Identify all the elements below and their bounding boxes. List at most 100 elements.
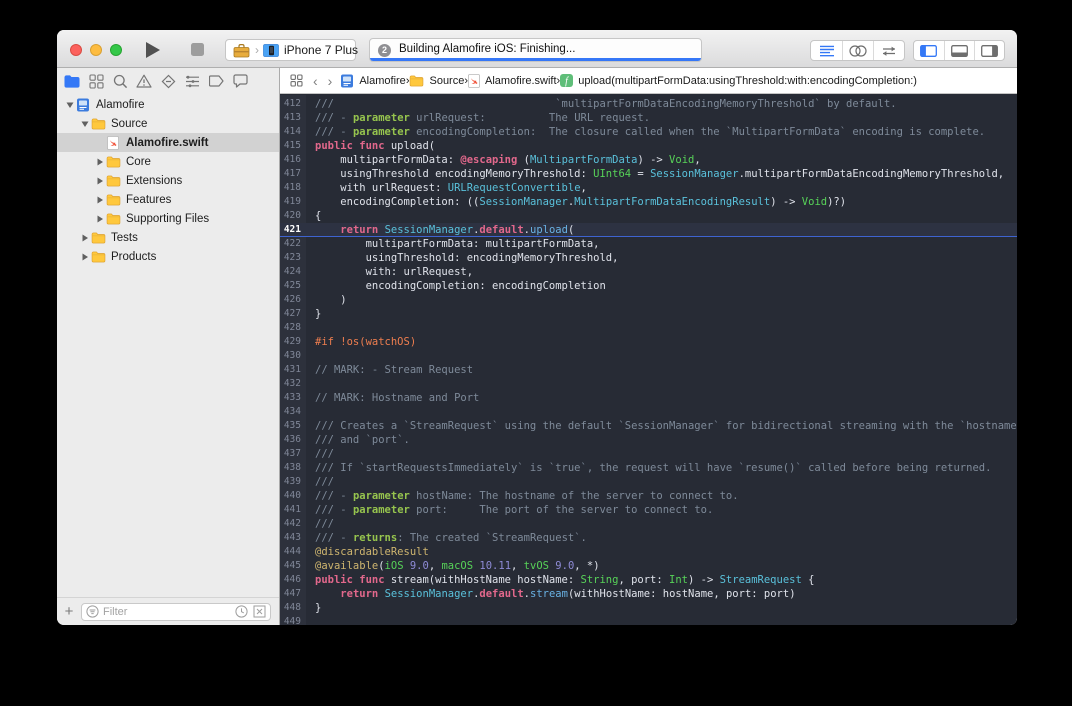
code-line-435[interactable]: 435 /// Creates a `StreamRequest` using t… xyxy=(280,419,1017,433)
line-number[interactable]: 430 xyxy=(280,349,306,363)
code-line-413[interactable]: 413 /// - parameter urlRequest: The URL r… xyxy=(280,111,1017,125)
minimize-window-button[interactable] xyxy=(90,44,102,56)
line-number[interactable]: 432 xyxy=(280,377,306,391)
navigator-tab-breakpoints[interactable] xyxy=(208,73,224,89)
breadcrumb-segment-alamofire[interactable]: Alamofire xyxy=(340,74,406,88)
recent-files-clock-icon[interactable] xyxy=(235,605,248,618)
standard-editor-button[interactable] xyxy=(811,41,842,60)
close-window-button[interactable] xyxy=(70,44,82,56)
related-items-icon[interactable] xyxy=(290,74,303,87)
code-line-443[interactable]: 443 /// - returns: The created `StreamReq… xyxy=(280,531,1017,545)
tree-item-tests[interactable]: Tests xyxy=(57,228,279,247)
code-area[interactable]: 412 /// `multipartFormDataEncodingMemoryT… xyxy=(280,95,1017,625)
code-line-442[interactable]: 442 /// xyxy=(280,517,1017,531)
code-line-433[interactable]: 433 // MARK: Hostname and Port xyxy=(280,391,1017,405)
navigator-tab-project-active[interactable] xyxy=(64,73,80,89)
code-line-438[interactable]: 438 /// If `startRequestsImmediately` is … xyxy=(280,461,1017,475)
tree-item-products[interactable]: Products xyxy=(57,247,279,266)
navigator-tab-symbols[interactable] xyxy=(88,73,104,89)
tree-item-alamofire-swift[interactable]: Alamofire.swift xyxy=(57,133,279,152)
code-line-422[interactable]: 422 multipartFormData: multipartFormData… xyxy=(280,237,1017,251)
navigator-toggle-button[interactable] xyxy=(914,41,944,60)
line-number[interactable]: 433 xyxy=(280,391,306,405)
tree-item-supporting-files[interactable]: Supporting Files xyxy=(57,209,279,228)
code-line-448[interactable]: 448} xyxy=(280,601,1017,615)
code-line-417[interactable]: 417 usingThreshold encodingMemoryThresho… xyxy=(280,167,1017,181)
line-number[interactable]: 424 xyxy=(280,265,306,279)
code-line-418[interactable]: 418 with urlRequest: URLRequestConvertib… xyxy=(280,181,1017,195)
line-number[interactable]: 434 xyxy=(280,405,306,419)
line-number[interactable]: 437 xyxy=(280,447,306,461)
tree-item-features[interactable]: Features xyxy=(57,190,279,209)
code-line-415[interactable]: 415 public func upload( xyxy=(280,139,1017,153)
code-line-421[interactable]: 421 return SessionManager.default.upload… xyxy=(280,223,1017,237)
line-number[interactable]: 421 xyxy=(280,223,306,237)
line-number[interactable]: 446 xyxy=(280,573,306,587)
code-line-428[interactable]: 428 xyxy=(280,321,1017,335)
line-number[interactable]: 447 xyxy=(280,587,306,601)
navigator-tab-tests[interactable] xyxy=(160,73,176,89)
code-line-431[interactable]: 431 // MARK: - Stream Request xyxy=(280,363,1017,377)
line-number[interactable]: 427 xyxy=(280,307,306,321)
line-number[interactable]: 439 xyxy=(280,475,306,489)
stop-button[interactable] xyxy=(191,43,204,56)
line-number[interactable]: 415 xyxy=(280,139,306,153)
code-line-434[interactable]: 434 xyxy=(280,405,1017,419)
code-line-439[interactable]: 439 /// xyxy=(280,475,1017,489)
code-line-432[interactable]: 432 xyxy=(280,377,1017,391)
disclosure-triangle-open[interactable] xyxy=(80,119,90,129)
code-line-447[interactable]: 447 return SessionManager.default.stream… xyxy=(280,587,1017,601)
back-button[interactable]: ‹ xyxy=(313,74,318,88)
line-number[interactable]: 443 xyxy=(280,531,306,545)
version-editor-button[interactable] xyxy=(873,41,904,60)
line-number[interactable]: 417 xyxy=(280,167,306,181)
line-number[interactable]: 420 xyxy=(280,209,306,223)
code-line-423[interactable]: 423 usingThreshold: encodingMemoryThresh… xyxy=(280,251,1017,265)
navigator-tab-debug[interactable] xyxy=(184,73,200,89)
code-line-420[interactable]: 420 { xyxy=(280,209,1017,223)
line-number[interactable]: 413 xyxy=(280,111,306,125)
code-line-416[interactable]: 416 multipartFormData: @escaping (Multip… xyxy=(280,153,1017,167)
code-line-436[interactable]: 436 /// and `port`. xyxy=(280,433,1017,447)
line-number[interactable]: 441 xyxy=(280,503,306,517)
line-number[interactable]: 449 xyxy=(280,615,306,625)
disclosure-triangle-open[interactable] xyxy=(65,100,75,110)
line-number[interactable]: 426 xyxy=(280,293,306,307)
scm-status-icon[interactable] xyxy=(253,605,266,618)
filter-field[interactable]: Filter xyxy=(81,602,271,621)
line-number[interactable]: 442 xyxy=(280,517,306,531)
inspector-toggle-button[interactable] xyxy=(974,41,1004,60)
run-button[interactable] xyxy=(143,40,163,60)
code-line-446[interactable]: 446 public func stream(withHostName hostN… xyxy=(280,573,1017,587)
disclosure-triangle-closed[interactable] xyxy=(95,157,105,167)
line-number[interactable]: 425 xyxy=(280,279,306,293)
code-line-449[interactable]: 449 xyxy=(280,615,1017,625)
code-line-424[interactable]: 424 with: urlRequest, xyxy=(280,265,1017,279)
line-number[interactable]: 440 xyxy=(280,489,306,503)
line-number[interactable]: 428 xyxy=(280,321,306,335)
breadcrumb-segment-symbol[interactable]: f upload(multipartFormData:usingThreshold… xyxy=(560,74,917,87)
line-number[interactable]: 445 xyxy=(280,559,306,573)
code-line-419[interactable]: 419 encodingCompletion: ((SessionManager… xyxy=(280,195,1017,209)
disclosure-triangle-closed[interactable] xyxy=(95,195,105,205)
zoom-window-button[interactable] xyxy=(110,44,122,56)
code-line-437[interactable]: 437 /// xyxy=(280,447,1017,461)
line-number[interactable]: 435 xyxy=(280,419,306,433)
tree-item-core[interactable]: Core xyxy=(57,152,279,171)
assistant-editor-button[interactable] xyxy=(842,41,873,60)
line-number[interactable]: 423 xyxy=(280,251,306,265)
line-number[interactable]: 429 xyxy=(280,335,306,349)
disclosure-triangle-closed[interactable] xyxy=(95,214,105,224)
code-line-430[interactable]: 430 xyxy=(280,349,1017,363)
code-line-444[interactable]: 444 @discardableResult xyxy=(280,545,1017,559)
code-line-425[interactable]: 425 encodingCompletion: encodingCompleti… xyxy=(280,279,1017,293)
line-number[interactable]: 422 xyxy=(280,237,306,251)
breadcrumb-segment-alamofire-swift[interactable]: Alamofire.swift xyxy=(468,73,557,88)
code-line-440[interactable]: 440 /// - parameter hostName: The hostnam… xyxy=(280,489,1017,503)
disclosure-triangle-closed[interactable] xyxy=(80,252,90,262)
tree-item-source[interactable]: Source xyxy=(57,114,279,133)
scheme-selector[interactable]: › iPhone 7 Plus xyxy=(225,39,358,61)
code-line-412[interactable]: 412 /// `multipartFormDataEncodingMemoryT… xyxy=(280,97,1017,111)
navigator-tab-search[interactable] xyxy=(112,73,128,89)
line-number[interactable]: 416 xyxy=(280,153,306,167)
